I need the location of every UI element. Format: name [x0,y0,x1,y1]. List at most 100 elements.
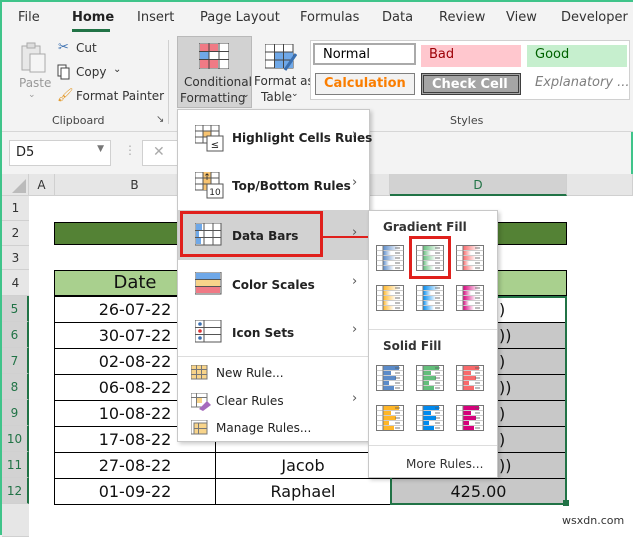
row-header-10[interactable]: 10 [2,426,29,452]
submenu-separator [369,329,497,330]
tab-view[interactable]: View [506,10,537,25]
cut-button[interactable]: Cut [76,41,97,55]
menu-item-label: Manage Rules... [216,421,312,435]
menu-item-manage-rules[interactable]: Manage Rules... [178,415,369,441]
tab-data[interactable]: Data [382,10,413,25]
date-cell[interactable]: 27-08-22 [54,452,216,479]
format-painter-icon: 🖌 [57,88,74,103]
row-header-7[interactable]: 7 [2,348,29,374]
gradient-data-bar-option-1[interactable] [376,245,404,271]
clear-rules-icon [191,393,211,411]
svg-text:≤: ≤ [211,140,219,151]
style-bad[interactable]: Bad [421,45,521,67]
solid-data-bar-option-6[interactable] [456,405,484,431]
row-header-3[interactable]: 3 [2,246,29,270]
row-header-2[interactable]: 2 [2,221,29,246]
format-as-table-label-1[interactable]: Format as [254,74,314,88]
solid-data-bar-option-3[interactable] [456,365,484,391]
menu-item-label: Clear Rules [216,394,284,408]
menu-item-top-bottom-rules[interactable]: ↑ 10 Top/Bottom Rules › [178,162,369,210]
chevron-right-icon: › [352,127,358,142]
solid-data-bar-option-5[interactable] [416,405,444,431]
menu-item-clear-rules[interactable]: Clear Rules › [178,388,369,414]
menu-item-highlight-cells-rules[interactable]: ≤ Highlight Cells Rules › [178,114,372,162]
solid-data-bar-option-2[interactable] [416,365,444,391]
format-painter-button[interactable]: Format Painter [76,89,164,103]
chevron-right-icon: › [352,391,358,406]
style-calculation[interactable]: Calculation [315,73,415,95]
tab-insert[interactable]: Insert [137,10,174,25]
ribbon-tabs: File Home Insert Page Layout Formulas Da… [2,2,633,36]
column-header-e[interactable] [567,174,633,196]
clipboard-launcher-icon[interactable]: ↘ [156,114,164,125]
color-scales-icon [195,272,222,295]
date-cell[interactable]: 01-09-22 [54,478,216,505]
group-separator [168,40,169,124]
name-cell[interactable]: Jacob [215,452,391,479]
highlight-cells-icon: ≤ [195,125,224,152]
gradient-data-bar-option-6[interactable] [456,285,484,311]
tab-page-layout[interactable]: Page Layout [200,10,280,25]
row-header-8[interactable]: 8 [2,374,29,400]
copy-icon [57,64,71,80]
row-header-9[interactable]: 9 [2,400,29,426]
style-check-cell[interactable]: Check Cell [421,73,521,95]
conditional-formatting-label-2: Formatting [180,91,246,105]
style-normal[interactable]: Normal [313,43,416,65]
styles-group-label: Styles [450,114,484,127]
tab-review[interactable]: Review [439,10,485,25]
solid-data-bar-option-1[interactable] [376,365,404,391]
menu-item-icon-sets[interactable]: Icon Sets › [178,308,369,356]
formula-bar-grip: ⋮ [124,143,136,157]
solid-data-bar-option-4[interactable] [376,405,404,431]
name-cell[interactable]: Raphael [215,478,391,505]
row-header-5[interactable]: 5 [2,296,29,322]
submenu-separator [369,445,497,446]
menu-item-new-rule[interactable]: New Rule... [178,360,369,386]
copy-dropdown-icon[interactable]: ⌄ [113,64,121,75]
chevron-down-icon[interactable]: ▼ [97,144,104,154]
chevron-down-icon: ⌄ [291,89,299,99]
menu-item-color-scales[interactable]: Color Scales › [178,260,369,308]
style-good[interactable]: Good [527,45,627,67]
menu-item-label: Icon Sets [232,326,295,340]
clipboard-group-label: Clipboard [52,114,105,127]
row-header-12[interactable]: 12 [2,478,29,504]
more-rules-button[interactable]: More Rules... [406,457,483,471]
conditional-formatting-label-1: Conditional [184,75,252,89]
icon-sets-icon [195,320,222,343]
paste-button[interactable]: Paste [19,76,51,90]
watermark: wsxdn.com [562,514,625,527]
tab-formulas[interactable]: Formulas [300,10,359,25]
gradient-data-bar-option-3[interactable] [456,245,484,271]
conditional-formatting-button[interactable]: Conditional Formatting ⌄ [177,36,252,108]
copy-button[interactable]: Copy [76,65,106,79]
format-as-table-icon [265,44,297,71]
row-header-6[interactable]: 6 [2,322,29,348]
tab-home[interactable]: Home [72,10,114,25]
format-as-table-label-2[interactable]: Table [261,90,292,104]
paste-dropdown-icon[interactable]: ⌄ [28,90,36,100]
name-box-value: D5 [16,145,35,160]
column-header-d[interactable]: D [390,174,567,196]
row-header-4[interactable]: 4 [2,270,29,296]
scissors-icon: ✂ [58,40,69,55]
active-tab-indicator [72,29,110,32]
gradient-data-bar-option-5[interactable] [416,285,444,311]
gradient-fill-title: Gradient Fill [383,220,467,234]
formula-bar-cancel[interactable]: ✕ [142,140,182,166]
select-all-corner[interactable] [2,174,29,196]
fill-handle[interactable] [563,500,569,506]
menu-item-label: New Rule... [216,366,284,380]
manage-rules-icon [191,420,208,435]
tab-developer[interactable]: Developer [561,10,628,25]
gradient-data-bar-option-4[interactable] [376,285,404,311]
data-bars-highlight [180,211,323,257]
style-explanatory[interactable]: Explanatory ... [527,73,630,95]
svg-text:↑: ↑ [203,173,211,183]
tab-file[interactable]: File [18,10,40,25]
row-header-11[interactable]: 11 [2,452,29,478]
name-box[interactable]: D5 ▼ [9,140,111,166]
column-header-a[interactable]: A [29,174,55,196]
row-header-1[interactable]: 1 [2,196,29,221]
